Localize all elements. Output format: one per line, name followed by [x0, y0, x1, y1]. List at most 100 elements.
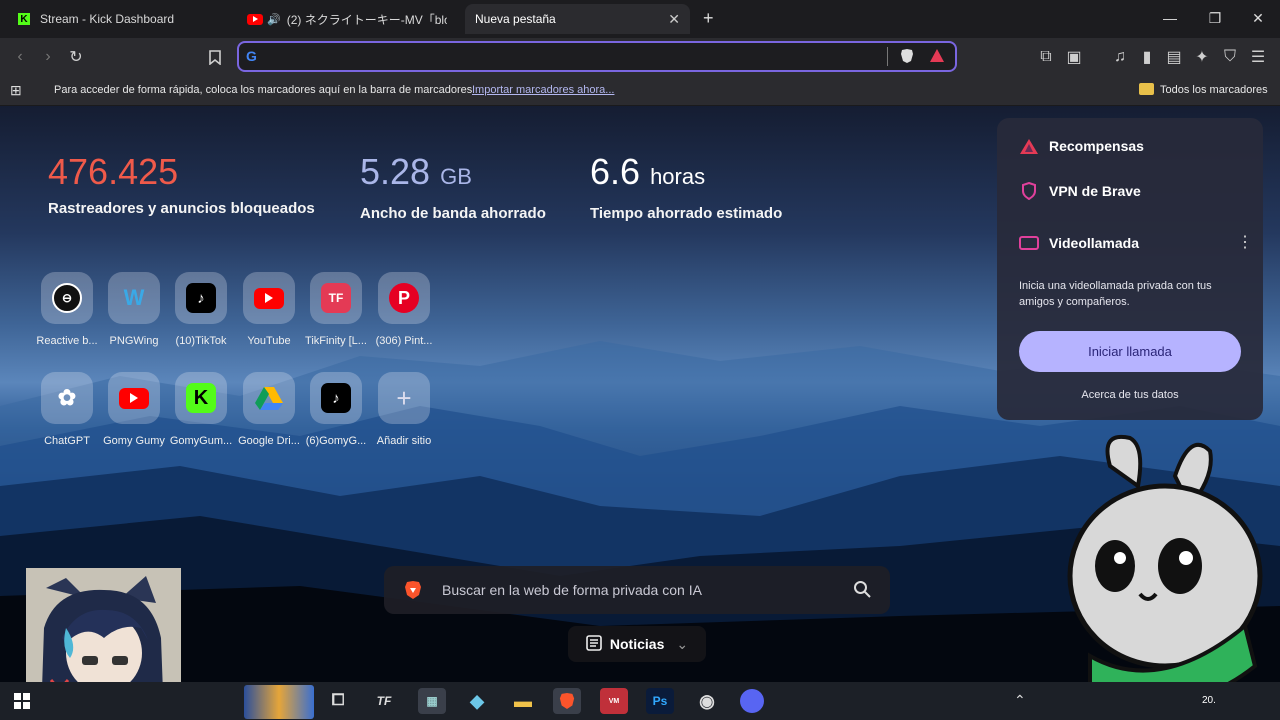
top-site-label: (10)TikTok — [175, 335, 227, 347]
pinterest-icon: P — [389, 283, 419, 313]
brave-rewards-icon[interactable] — [930, 49, 944, 67]
vpn-label: VPN de Brave — [1049, 183, 1141, 199]
search-icon[interactable] — [853, 580, 871, 603]
mascot-overlay — [1067, 434, 1263, 682]
stat-value: 476.425 — [48, 151, 179, 192]
brave-shields-icon[interactable] — [900, 48, 914, 69]
tikfinity-taskbar-icon[interactable]: TF — [370, 688, 398, 714]
top-site-tile[interactable]: TF TikFinity [L... — [301, 272, 371, 347]
sidebar-icon[interactable]: ▮ — [1137, 47, 1157, 67]
toolbar: ‹ › ↻ G ⧉ ▣ ♫ ▮ ▤ ✦ ⛉ ☰ — [0, 38, 1280, 76]
videocall-widget-header: Videollamada — [1019, 233, 1139, 253]
clock: 20. — [1202, 695, 1216, 706]
top-site-tile[interactable]: Gomy Gumy — [99, 372, 169, 447]
restore-icon[interactable]: ❐ — [1205, 10, 1225, 27]
vpn-icon[interactable]: ⛉ — [1220, 47, 1240, 67]
stat-bandwidth-saved: 5.28 GB Ancho de banda ahorrado — [360, 152, 546, 223]
widget-panel: Recompensas VPN de Brave Videollamada ⋮ … — [997, 118, 1263, 420]
music-icon[interactable]: ♫ — [1110, 47, 1130, 67]
tab-kick-dashboard[interactable]: K Stream - Kick Dashboard — [8, 4, 233, 34]
stat-trackers-blocked: 476.425 Rastreadores y anuncios bloquead… — [48, 151, 315, 218]
tab-youtube[interactable]: 🔊 (2) ネクライトーキー-MV「bloom」/ NE — [237, 4, 462, 34]
stat-label: Rastreadores y anuncios bloqueados — [48, 200, 315, 217]
news-icon — [586, 634, 602, 654]
vpn-widget[interactable]: VPN de Brave — [1019, 181, 1141, 201]
forward-icon[interactable]: › — [38, 47, 58, 67]
brave-taskbar-icon[interactable] — [553, 688, 581, 714]
top-site-tile[interactable]: ♪ (6)GomyG... — [301, 372, 371, 447]
tab-search-icon[interactable]: ▣ — [1064, 47, 1084, 67]
top-site-tile[interactable]: ⊖ Reactive b... — [32, 272, 102, 347]
apps-grid-icon[interactable]: ⊞ — [10, 82, 22, 99]
kick-icon: K — [18, 13, 30, 25]
tab-title: Nueva pestaña — [475, 12, 556, 26]
top-site-label: TikFinity [L... — [305, 335, 367, 347]
minimize-icon[interactable]: — — [1160, 10, 1180, 26]
private-search-box[interactable] — [384, 566, 890, 614]
top-site-tile[interactable]: K GomyGum... — [166, 372, 236, 447]
more-options-icon[interactable]: ⋮ — [1237, 232, 1253, 252]
calculator-icon[interactable]: ▦ — [418, 688, 446, 714]
google-icon: G — [246, 48, 257, 64]
task-view-icon[interactable]: ⧠ — [324, 688, 352, 714]
top-site-label: (6)GomyG... — [305, 435, 367, 447]
obs-icon[interactable]: ◉ — [693, 688, 721, 714]
stat-label: Tiempo ahorrado estimado — [590, 205, 783, 222]
tab-strip: K Stream - Kick Dashboard 🔊 (2) ネクライトーキー… — [0, 0, 1280, 38]
game-thumbnail-icon[interactable] — [244, 685, 314, 719]
leo-ai-icon[interactable]: ✦ — [1192, 47, 1212, 67]
top-site-tile[interactable]: Google Dri... — [234, 372, 304, 447]
news-label: Noticias — [609, 636, 665, 652]
news-button[interactable]: Noticias ⌄ — [568, 626, 706, 662]
top-site-tile[interactable]: W PNGWing — [99, 272, 169, 347]
all-bookmarks-link[interactable]: Todos los marcadores — [1160, 84, 1268, 96]
menu-icon[interactable]: ☰ — [1248, 47, 1268, 67]
close-window-icon[interactable]: ✕ — [1248, 10, 1268, 27]
photoshop-icon[interactable]: Ps — [646, 688, 674, 714]
top-site-tile[interactable]: ♪ (10)TikTok — [166, 272, 236, 347]
file-explorer-icon[interactable]: ▬ — [509, 688, 537, 714]
reactive-icon: ⊖ — [52, 283, 82, 313]
speaker-icon[interactable]: 🔊 — [267, 13, 281, 26]
top-site-label: ChatGPT — [44, 435, 90, 447]
taskbar: ⧠ TF ▦ ◆ ▬ VM Ps ◉ ⌃ 20. — [0, 682, 1280, 720]
bookmark-icon[interactable] — [205, 47, 225, 67]
tab-new-tab[interactable]: Nueva pestaña ✕ — [465, 4, 690, 34]
address-bar[interactable]: G — [237, 41, 957, 72]
videocall-icon — [1019, 233, 1039, 253]
folder-icon — [1139, 83, 1154, 95]
voicemeeter-icon[interactable]: VM — [600, 688, 628, 714]
new-tab-button[interactable]: + — [703, 8, 714, 29]
google-drive-icon — [254, 383, 284, 413]
top-site-tile[interactable]: P (306) Pint... — [369, 272, 439, 347]
import-bookmarks-link[interactable]: Importar marcadores ahora... — [472, 84, 614, 96]
url-input[interactable] — [267, 46, 867, 67]
chatgpt-icon: ✿ — [57, 385, 77, 410]
bookmarks-bar: ⊞ Para acceder de forma rápida, coloca l… — [0, 76, 1280, 106]
add-site-tile[interactable]: + Añadir sitio — [369, 372, 439, 447]
rewards-widget[interactable]: Recompensas — [1019, 136, 1144, 156]
back-icon[interactable]: ‹ — [10, 47, 30, 67]
about-your-data-link[interactable]: Acerca de tus datos — [997, 389, 1263, 401]
extensions-icon[interactable]: ⧉ — [1036, 47, 1056, 67]
search-input[interactable] — [442, 578, 832, 602]
windows-start-icon[interactable] — [8, 688, 36, 714]
youtube-icon — [247, 13, 263, 25]
webcam-overlay — [26, 568, 181, 682]
top-site-label: PNGWing — [109, 335, 159, 347]
top-site-tile[interactable]: ✿ ChatGPT — [32, 372, 102, 447]
wallet-icon[interactable]: ▤ — [1164, 47, 1184, 67]
youtube-icon — [254, 287, 284, 309]
top-site-tile[interactable]: YouTube — [234, 272, 304, 347]
chevron-up-icon[interactable]: ⌃ — [1014, 692, 1026, 709]
start-call-button[interactable]: Iniciar llamada — [1019, 331, 1241, 372]
youtube-icon — [119, 387, 149, 409]
divider — [887, 47, 888, 66]
close-tab-icon[interactable]: ✕ — [668, 11, 680, 28]
avatar-illustration — [42, 576, 163, 682]
brave-lion-icon — [404, 580, 422, 605]
discord-icon[interactable] — [740, 689, 764, 713]
app-cube-icon[interactable]: ◆ — [463, 688, 491, 714]
stat-time-saved: 6.6 horas Tiempo ahorrado estimado — [590, 152, 783, 223]
reload-icon[interactable]: ↻ — [66, 47, 86, 67]
